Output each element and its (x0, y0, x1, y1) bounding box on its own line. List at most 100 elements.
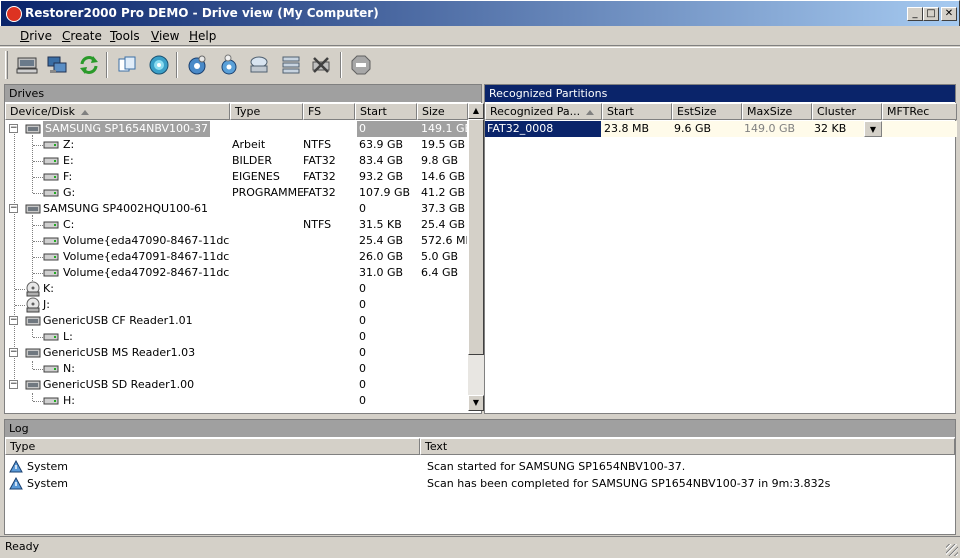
tree-row-label: Volume{eda47091-8467-11dc-b... (63, 250, 230, 263)
tree-row-partition[interactable]: Z: Arbeit NTFS 63.9 GB 19.5 GB (5, 137, 467, 153)
clone-icon[interactable] (114, 52, 140, 78)
menu-create[interactable]: Create (58, 28, 106, 44)
menu-help[interactable]: Help (185, 28, 220, 44)
column-header-fs[interactable]: FS (303, 103, 355, 120)
collapse-icon[interactable]: − (9, 124, 18, 133)
drive-icon[interactable] (14, 52, 40, 78)
partition-icon (43, 253, 59, 261)
info-icon (9, 460, 23, 473)
cell-type: EIGENES (232, 170, 280, 183)
column-header-log-type[interactable]: Type (5, 438, 420, 455)
tree-row-partition[interactable]: L: 0 (5, 329, 467, 345)
cell-size: 9.8 GB (421, 154, 459, 167)
search-icon[interactable] (216, 52, 242, 78)
network-icon[interactable] (44, 52, 70, 78)
harddisk-icon (25, 348, 41, 358)
cell-type: BILDER (232, 154, 272, 167)
drives-column-headers: Device/Disk Type FS Start Size (5, 103, 481, 120)
menu-help-label: elp (198, 29, 217, 43)
partitions-column-headers: Recognized Pa... Start EstSize MaxSize C… (485, 103, 957, 120)
cell-fs (303, 265, 355, 281)
tree-row-partition[interactable]: Volume{eda47092-8467-11dc-b... 31.0 GB 6… (5, 265, 467, 281)
column-header-type[interactable]: Type (230, 103, 303, 120)
log-row[interactable]: System Scan started for SAMSUNG SP1654NB… (9, 458, 949, 475)
collapse-icon[interactable]: − (9, 380, 18, 389)
tree-row-partition[interactable]: G: PROGRAMME FAT32 107.9 GB 41.2 GB (5, 185, 467, 201)
tree-row-partition[interactable]: N: 0 (5, 361, 467, 377)
column-header-start[interactable]: Start (355, 103, 417, 120)
tree-row-label: K: (43, 282, 54, 295)
tree-row-cdrom[interactable]: J: 0 (5, 297, 467, 313)
column-header-maxsize[interactable]: MaxSize (742, 103, 812, 120)
stack-icon[interactable] (278, 52, 304, 78)
tree-row-disk[interactable]: − SAMSUNG SP4002HQU100-61 0 37.3 GB (5, 201, 467, 217)
drives-scrollbar[interactable]: ▲ ▼ (468, 103, 484, 411)
collapse-icon[interactable]: − (9, 204, 18, 213)
collapse-icon[interactable]: − (9, 316, 18, 325)
cell-start: 0 (357, 121, 419, 137)
menu-tools[interactable]: Tools (106, 28, 144, 44)
column-header-size[interactable]: Size (417, 103, 468, 120)
toolbar-grip[interactable] (5, 51, 8, 79)
cell-size: 37.3 GB (421, 202, 466, 215)
tree-row-partition[interactable]: C: NTFS 31.5 KB 25.4 GB (5, 217, 467, 233)
scan-icon[interactable] (184, 52, 210, 78)
maximize-button[interactable]: □ (923, 7, 939, 21)
column-header-cluster[interactable]: Cluster (812, 103, 882, 120)
tree-row-disk[interactable]: − GenericUSB MS Reader1.03 0 (5, 345, 467, 361)
open-image-icon[interactable] (146, 52, 172, 78)
stop-icon[interactable] (348, 52, 374, 78)
tree-row-partition[interactable]: F: EIGENES FAT32 93.2 GB 14.6 GB (5, 169, 467, 185)
restore-icon[interactable] (246, 52, 272, 78)
chevron-down-icon[interactable]: ▼ (864, 121, 882, 137)
tree-connector (33, 337, 43, 338)
column-header-log-text[interactable]: Text (420, 438, 955, 455)
app-icon[interactable] (6, 6, 22, 22)
cluster-select[interactable]: 32 KB (812, 121, 864, 137)
scroll-down-button[interactable]: ▼ (468, 395, 484, 411)
column-header-device[interactable]: Device/Disk (5, 103, 230, 120)
drives-panel-title: Drives (5, 85, 481, 102)
log-text: Scan has been completed for SAMSUNG SP16… (427, 477, 831, 490)
menu-drive-label: rive (29, 29, 53, 43)
scroll-up-button[interactable]: ▲ (468, 103, 484, 119)
column-header-recognized[interactable]: Recognized Pa... (485, 103, 602, 120)
cell-start: 26.0 GB (359, 250, 404, 263)
menu-view[interactable]: View (147, 28, 183, 44)
column-header-mftrec[interactable]: MFTRec (882, 103, 957, 120)
toolbar-separator (106, 52, 108, 78)
cell-start: 0 (359, 298, 366, 311)
tree-row-partition[interactable]: Volume{eda47091-8467-11dc-b... 26.0 GB 5… (5, 249, 467, 265)
tree-row-disk[interactable]: − SAMSUNG SP1654NBV100-37 0 149.1 GB (5, 121, 467, 137)
menu-view-label: iew (158, 29, 180, 43)
close-button[interactable]: ✕ (941, 7, 957, 21)
scroll-thumb[interactable] (468, 119, 484, 355)
cell-size: 25.4 GB (421, 218, 466, 231)
tree-connector (33, 369, 43, 370)
collapse-icon[interactable]: − (9, 348, 18, 357)
cell-type (232, 265, 304, 281)
partition-maxsize-cell: 149.0 GB (744, 122, 796, 135)
cell-fs: FAT32 (303, 154, 336, 167)
tree-connector (33, 145, 43, 146)
tree-row-disk[interactable]: − GenericUSB SD Reader1.00 0 (5, 377, 467, 393)
delete-icon[interactable] (308, 52, 334, 78)
cell-start: 83.4 GB (359, 154, 404, 167)
tree-row-partition[interactable]: H: 0 (5, 393, 467, 409)
tree-row-disk[interactable]: − GenericUSB CF Reader1.01 0 (5, 313, 467, 329)
partition-icon (43, 221, 59, 229)
column-header-start[interactable]: Start (602, 103, 672, 120)
tree-row-cdrom[interactable]: K: 0 (5, 281, 467, 297)
menu-drive[interactable]: Drive (16, 28, 56, 44)
refresh-icon[interactable] (76, 52, 102, 78)
tree-row-partition[interactable]: E: BILDER FAT32 83.4 GB 9.8 GB (5, 153, 467, 169)
tree-row-partition[interactable]: Volume{eda47090-8467-11dc-b... 25.4 GB 5… (5, 233, 467, 249)
resize-grip-icon[interactable] (946, 544, 958, 556)
log-row[interactable]: System Scan has been completed for SAMSU… (9, 475, 949, 492)
cell-start: 31.0 GB (359, 266, 404, 279)
minimize-button[interactable]: _ (907, 7, 923, 21)
partition-row[interactable]: FAT32_0008 23.8 MB 9.6 GB 149.0 GB 32 KB… (485, 121, 957, 137)
column-header-estsize[interactable]: EstSize (672, 103, 742, 120)
cell-size: 5.0 GB (421, 250, 459, 263)
title-bar[interactable]: Restorer2000 Pro DEMO - Drive view (My C… (0, 0, 960, 26)
